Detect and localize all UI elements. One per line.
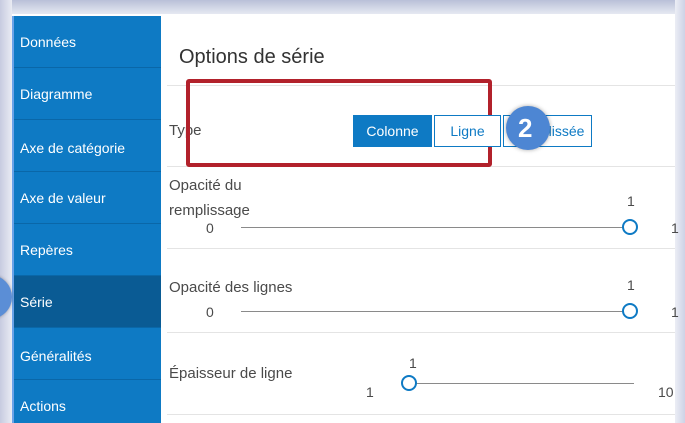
window-edge-left: [0, 0, 12, 423]
sidebar-item-diagramme[interactable]: Diagramme: [14, 68, 161, 120]
line-width-min: 1: [366, 384, 374, 400]
window-edge-right: [675, 0, 685, 423]
sidebar-item-label: Axe de catégorie: [20, 140, 126, 156]
sidebar-item-reperes[interactable]: Repères: [14, 224, 161, 276]
fill-opacity-value: 1: [627, 193, 635, 209]
line-width-value: 1: [409, 355, 417, 371]
sidebar-item-axe-valeur[interactable]: Axe de valeur: [14, 172, 161, 224]
sidebar-item-label: Actions: [20, 397, 66, 414]
type-option-colonne[interactable]: Colonne: [353, 115, 432, 147]
sidebar-item-label: Diagramme: [20, 85, 93, 102]
fill-opacity-label-line1: Opacité du: [169, 177, 242, 194]
divider: [167, 332, 675, 333]
sidebar-item-generalites[interactable]: Généralités: [14, 328, 161, 380]
fill-opacity-min: 0: [206, 220, 214, 236]
type-option-ligne[interactable]: Ligne: [434, 115, 501, 147]
sidebar-item-label: Données: [20, 33, 77, 50]
sidebar-item-label: Série: [20, 293, 53, 310]
step-number-badge: 2: [506, 106, 550, 150]
sidebar-item-actions[interactable]: Actions: [14, 380, 161, 423]
sidebar-item-label: Généralités: [20, 348, 92, 364]
line-width-slider-handle[interactable]: [401, 375, 417, 391]
sidebar-item-axe-categorie[interactable]: Axe de catégorie: [14, 120, 161, 172]
divider: [167, 414, 675, 415]
sidebar-item-donnees[interactable]: Données: [14, 16, 161, 68]
fill-opacity-slider-track[interactable]: [241, 227, 630, 228]
line-opacity-max: 1: [671, 304, 679, 320]
line-width-slider-track[interactable]: [409, 383, 634, 384]
fill-opacity-max: 1: [671, 220, 679, 236]
sidebar: Données Diagramme Axe de catégorie Axe d…: [12, 16, 161, 423]
fill-opacity-slider-handle[interactable]: [622, 219, 638, 235]
line-opacity-slider-handle[interactable]: [622, 303, 638, 319]
sidebar-item-label: Repères: [20, 241, 73, 258]
line-opacity-slider-track[interactable]: [241, 311, 630, 312]
divider: [167, 248, 675, 249]
page-title: Options de série: [179, 46, 325, 68]
line-width-max: 10: [658, 384, 674, 400]
series-options-panel: Options de série Type Opacité du remplis…: [161, 16, 679, 423]
window-edge-top: [0, 0, 685, 14]
settings-window: Données Diagramme Axe de catégorie Axe d…: [0, 0, 685, 423]
line-opacity-min: 0: [206, 304, 214, 320]
sidebar-item-serie[interactable]: Série: [14, 276, 161, 328]
line-width-label: Épaisseur de ligne: [169, 365, 293, 382]
sidebar-item-label: Axe de valeur: [20, 189, 106, 206]
line-opacity-label: Opacité des lignes: [169, 279, 293, 296]
line-opacity-value: 1: [627, 277, 635, 293]
type-segmented-control: Colonne Ligne Ligne lissée: [353, 115, 594, 147]
